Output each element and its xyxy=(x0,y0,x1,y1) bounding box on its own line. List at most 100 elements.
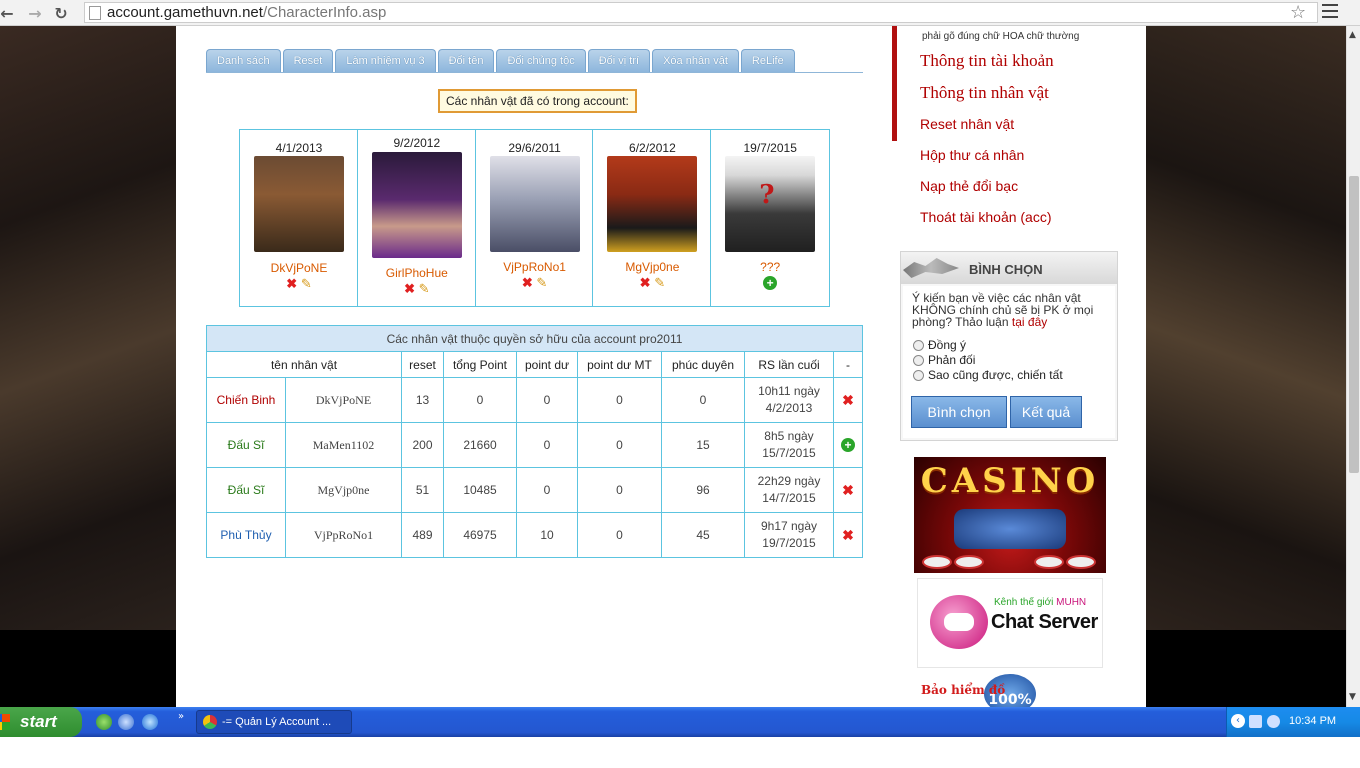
tab-change-position[interactable]: Đổi vị trí xyxy=(587,49,651,72)
card-name[interactable]: DkVjPoNE xyxy=(240,261,358,275)
table-caption: Các nhân vật thuộc quyền sở hữu của acco… xyxy=(206,325,863,352)
card-name[interactable]: GirlPhoHue xyxy=(358,266,476,280)
tab-quest-3[interactable]: Làm nhiệm vụ 3 xyxy=(335,49,436,72)
taskbar: start » -= Quản Lý Account ... ‹ 10:34 P… xyxy=(0,707,1360,737)
rs-last-cell: 10h11 ngày 4/2/2013 xyxy=(744,377,834,423)
point-du-cell: 0 xyxy=(516,377,578,423)
card-name[interactable]: ??? xyxy=(711,260,829,274)
character-cards: 4/1/2013 DkVjPoNE ✖ ✎ 9/2/2012 GirlPhoHu… xyxy=(239,129,830,307)
windows-logo-icon xyxy=(0,714,10,730)
point-du-cell: 0 xyxy=(516,467,578,513)
insurance-banner[interactable]: Bảo hiểm đồ xyxy=(921,683,1005,697)
delete-icon[interactable]: ✖ xyxy=(404,281,415,296)
tab-reset[interactable]: Reset xyxy=(282,49,334,72)
col-header-point-du-mt: point dư MT xyxy=(577,351,662,378)
scroll-thumb[interactable] xyxy=(1349,176,1359,473)
point-du-mt-cell: 0 xyxy=(577,467,662,513)
quicklaunch-icon[interactable] xyxy=(118,714,134,730)
dragon-icon xyxy=(903,258,959,278)
start-button[interactable]: start xyxy=(0,707,82,737)
tab-change-race[interactable]: Đổi chủng tộc xyxy=(496,49,586,72)
sidebar-link-character-info[interactable]: Thông tin nhân vật xyxy=(920,83,1049,103)
edit-pencil-icon[interactable]: ✎ xyxy=(301,276,312,291)
network-icon[interactable] xyxy=(1249,715,1262,728)
reload-icon[interactable]: ↻ xyxy=(48,0,74,26)
chat-server-banner[interactable]: Kênh thế giới MUHN Chat Server xyxy=(917,578,1103,668)
edit-pencil-icon[interactable]: ✎ xyxy=(419,281,430,296)
silver-hair-portrait-icon[interactable] xyxy=(489,156,580,252)
bookmark-star-icon[interactable]: ☆ xyxy=(1290,2,1306,23)
poll-option[interactable]: Đồng ý xyxy=(913,338,966,352)
tray-expand-icon[interactable]: ‹ xyxy=(1231,714,1245,728)
chip-icon xyxy=(954,555,984,569)
delete-icon[interactable]: ✖ xyxy=(640,275,651,290)
radio-button[interactable] xyxy=(913,354,924,366)
vote-button[interactable]: Bình chọn xyxy=(911,396,1007,428)
taskbar-window-title: -= Quản Lý Account ... xyxy=(222,716,332,728)
col-header-name: tên nhân vật xyxy=(206,351,402,378)
red-hair-portrait-icon[interactable] xyxy=(607,156,698,252)
add-icon[interactable]: + xyxy=(841,438,855,452)
card-name[interactable]: VjPpRoNo1 xyxy=(476,260,594,274)
tab-rename[interactable]: Đổi tên xyxy=(437,49,495,72)
reset-cell: 13 xyxy=(401,377,444,423)
sidebar-link-logout[interactable]: Thoát tài khoản (acc) xyxy=(920,209,1052,225)
delete-icon[interactable]: ✖ xyxy=(522,275,533,290)
name-cell: MaMen1102 xyxy=(285,422,402,468)
character-card: 29/6/2011 VjPpRoNo1 ✖ ✎ xyxy=(476,130,594,306)
quicklaunch-icon[interactable] xyxy=(96,714,112,730)
female-mage-portrait-icon[interactable] xyxy=(371,152,462,258)
scroll-down-icon[interactable]: ▼ xyxy=(1349,692,1356,702)
delete-icon[interactable]: ✖ xyxy=(842,527,854,543)
casino-banner[interactable]: CASINO xyxy=(914,457,1106,573)
delete-icon[interactable]: ✖ xyxy=(842,392,854,408)
unknown-silhouette-icon[interactable]: ? xyxy=(725,156,816,252)
poll-option[interactable]: Phản đối xyxy=(913,353,975,367)
name-cell: MgVjp0ne xyxy=(285,467,402,513)
volume-icon[interactable] xyxy=(1267,715,1280,728)
edit-pencil-icon[interactable]: ✎ xyxy=(536,275,547,290)
card-date: 6/2/2012 xyxy=(629,141,676,155)
sidebar-link-account-info[interactable]: Thông tin tài khoản xyxy=(920,51,1054,71)
tab-relife[interactable]: ReLife xyxy=(740,49,795,72)
results-button[interactable]: Kết quả xyxy=(1010,396,1082,428)
radio-button[interactable] xyxy=(913,369,924,381)
col-header-reset: reset xyxy=(401,351,444,378)
point-du-mt-cell: 0 xyxy=(577,377,662,423)
rs-last-cell: 9h17 ngày 19/7/2015 xyxy=(744,512,834,558)
menu-icon[interactable] xyxy=(1322,4,1338,18)
edit-pencil-icon[interactable]: ✎ xyxy=(654,275,665,290)
taskbar-window-item[interactable]: -= Quản Lý Account ... xyxy=(196,710,352,734)
delete-icon[interactable]: ✖ xyxy=(286,276,297,291)
forward-arrow-icon[interactable]: → xyxy=(22,0,48,26)
browser-toolbar: ← → ↻ account.gamethuvn.net/CharacterInf… xyxy=(0,0,1360,26)
address-bar[interactable]: account.gamethuvn.net/CharacterInfo.asp xyxy=(84,2,1318,23)
character-card: 4/1/2013 DkVjPoNE ✖ ✎ xyxy=(240,130,358,306)
warrior-portrait-icon[interactable] xyxy=(254,156,344,252)
scroll-up-icon[interactable]: ▲ xyxy=(1349,30,1356,40)
table-row: Chiến Binh DkVjPoNE 13 0 0 0 0 10h11 ngà… xyxy=(206,377,863,423)
system-tray: ‹ 10:34 PM xyxy=(1226,707,1360,737)
sidebar-link-topup[interactable]: Nạp thẻ đổi bạc xyxy=(920,178,1018,194)
chevron-icon[interactable]: » xyxy=(178,711,184,722)
poll-discuss-link[interactable]: tại đây xyxy=(1012,315,1047,329)
poll-title: BÌNH CHỌN xyxy=(969,262,1043,277)
sidebar-link-inbox[interactable]: Hộp thư cá nhân xyxy=(920,147,1024,163)
sidebar-link-reset-character[interactable]: Reset nhân vật xyxy=(920,116,1014,132)
question-mark-icon: ? xyxy=(759,180,775,210)
start-label: start xyxy=(20,712,57,731)
card-date: 29/6/2011 xyxy=(508,141,561,155)
chat-subtitle: Kênh thế giới MUHN xyxy=(994,597,1086,608)
back-arrow-icon[interactable]: ← xyxy=(0,0,20,26)
tab-delete-character[interactable]: Xóa nhân vật xyxy=(652,49,739,72)
total-point-cell: 10485 xyxy=(443,467,517,513)
rs-last-cell: 22h29 ngày 14/7/2015 xyxy=(744,467,834,513)
internet-explorer-icon[interactable] xyxy=(142,714,158,730)
card-name[interactable]: MgVjp0ne xyxy=(593,260,711,274)
add-icon[interactable]: + xyxy=(763,276,778,290)
poll-option[interactable]: Sao cũng được, chiến tất xyxy=(913,368,1063,382)
radio-button[interactable] xyxy=(913,339,924,351)
tab-danh-sach[interactable]: Danh sách xyxy=(206,49,281,72)
delete-icon[interactable]: ✖ xyxy=(842,482,854,498)
vertical-scrollbar[interactable]: ▲ ▼ xyxy=(1346,26,1360,707)
